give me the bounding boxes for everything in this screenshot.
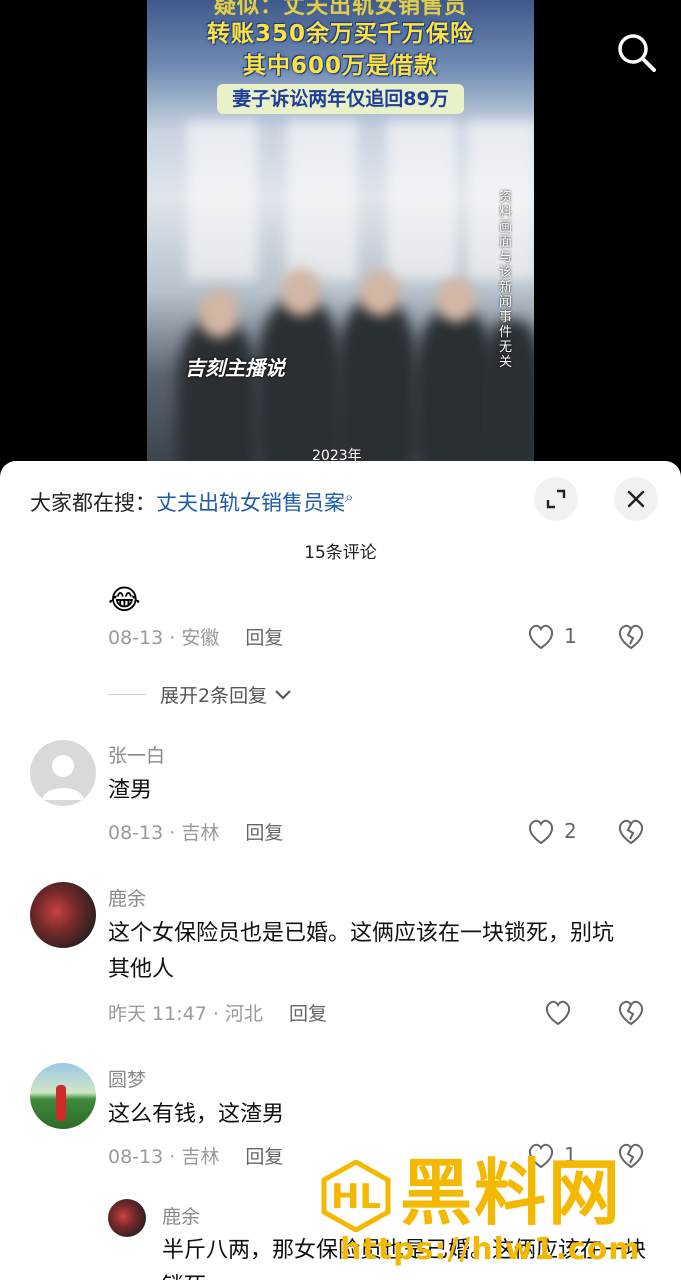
dislike-button[interactable]: [616, 622, 646, 654]
reply-button[interactable]: 回复: [289, 1003, 327, 1025]
heart-icon: [545, 1000, 571, 1026]
comment-count: 15条评论: [304, 543, 377, 563]
like-button[interactable]: [543, 998, 581, 1026]
laughing-emoji-icon: 😂: [108, 583, 141, 616]
comment-meta: 08-13 · 吉林 回复: [108, 1146, 284, 1168]
video-frame: 疑似：丈夫出轨女销售员 转账350余万买千万保险 其中600万是借款 妻子诉讼两…: [147, 0, 534, 470]
trending-search-prefix: 大家都在搜：: [30, 491, 156, 515]
reply-button[interactable]: 回复: [245, 1146, 283, 1168]
video-headline-3: 妻子诉讼两年仅追回89万: [217, 84, 464, 114]
dislike-button[interactable]: [616, 998, 646, 1030]
heart-icon: [528, 624, 554, 650]
comment-text: 这么有钱，这渣男: [108, 1102, 285, 1127]
comment-date: 08-13: [108, 1146, 164, 1168]
video-player[interactable]: 疑似：丈夫出轨女销售员 转账350余万买千万保险 其中600万是借款 妻子诉讼两…: [0, 0, 681, 470]
avatar[interactable]: [30, 740, 96, 806]
video-headline-2: 其中600万是借款: [242, 53, 438, 79]
comment-date: 08-13: [108, 627, 164, 649]
comment-author[interactable]: 鹿余: [162, 1202, 200, 1229]
heart-icon: [528, 819, 554, 845]
dislike-button[interactable]: [616, 817, 646, 849]
reply-button[interactable]: 回复: [245, 627, 283, 649]
comment-author[interactable]: 圆梦: [108, 1065, 146, 1092]
broken-heart-icon: [618, 624, 644, 650]
comment-location: 河北: [224, 1003, 263, 1025]
default-avatar-icon: [42, 755, 84, 800]
like-count: 1: [564, 624, 577, 648]
site-logo-icon: HL: [321, 1160, 391, 1232]
site-url-watermark: https://hlw1.com: [340, 1232, 641, 1267]
trending-search[interactable]: 大家都在搜：丈夫出轨女销售员案⌕: [30, 487, 353, 517]
comment-location: 安徽: [181, 627, 220, 649]
comment-location: 吉林: [181, 1146, 220, 1168]
broken-heart-icon: [618, 819, 644, 845]
small-search-icon: ⌕: [345, 488, 354, 506]
comment-date: 08-13: [108, 822, 164, 844]
search-icon[interactable]: [612, 28, 660, 76]
svg-text:HL: HL: [331, 1177, 381, 1217]
expand-icon: [546, 489, 566, 509]
expand-replies-button[interactable]: 展开2条回复: [108, 681, 293, 708]
comment-author[interactable]: 鹿余: [108, 884, 146, 911]
expand-replies-label: 展开2条回复: [160, 685, 268, 707]
comment-location: 吉林: [181, 822, 220, 844]
video-brand-logo: 吉刻主播说: [185, 356, 285, 380]
comment-text: 这个女保险员也是已婚。这俩应该在一块锁死，别坑其他人: [108, 921, 615, 982]
comment-text: 渣男: [108, 778, 153, 803]
avatar[interactable]: [30, 882, 96, 948]
expand-button[interactable]: [534, 477, 578, 521]
reply-button[interactable]: 回复: [245, 822, 283, 844]
comment-meta: 08-13 · 安徽 回复: [108, 627, 284, 649]
like-button[interactable]: 2: [526, 817, 577, 845]
comment-date: 昨天 11:47: [108, 1003, 207, 1025]
comment-meta: 08-13 · 吉林 回复: [108, 822, 284, 844]
broken-heart-icon: [618, 1000, 644, 1026]
trending-search-keyword[interactable]: 丈夫出轨女销售员案: [156, 491, 345, 515]
comment-meta: 昨天 11:47 · 河北 回复: [108, 1003, 327, 1025]
site-watermark: 黑料网: [400, 1151, 623, 1235]
like-button[interactable]: 1: [526, 622, 577, 650]
chevron-down-icon: [275, 689, 291, 700]
close-button[interactable]: [614, 477, 658, 521]
avatar[interactable]: [30, 1063, 96, 1129]
close-icon: [627, 490, 645, 508]
like-count: 2: [564, 819, 577, 843]
video-disclaimer: 资料画面与该新闻事件无关: [499, 190, 513, 370]
avatar[interactable]: [108, 1199, 146, 1237]
comment-author[interactable]: 张一白: [108, 741, 165, 768]
video-headline-1: 转账350余万买千万保险: [206, 21, 474, 47]
